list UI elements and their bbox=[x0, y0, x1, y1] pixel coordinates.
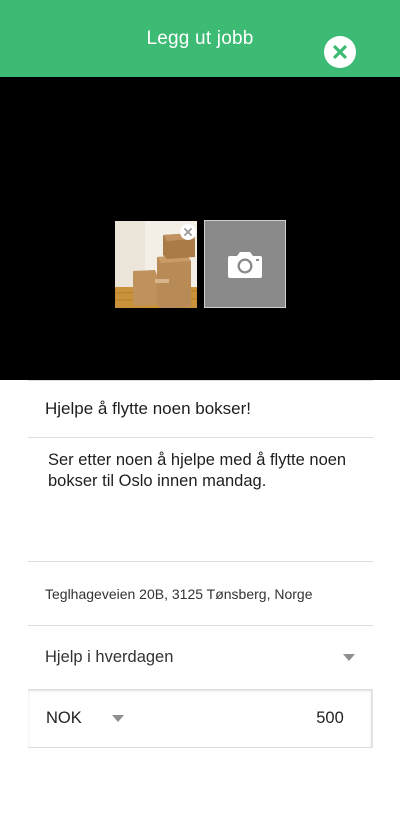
currency-select[interactable]: NOK bbox=[28, 709, 124, 728]
address-field[interactable]: Teglhageveien 20B, 3125 Tønsberg, Norge bbox=[28, 562, 373, 626]
page-title: Legg ut jobb bbox=[146, 27, 254, 49]
price-input[interactable] bbox=[123, 709, 376, 728]
add-photo-button[interactable] bbox=[204, 220, 286, 308]
category-select[interactable]: Hjelp i hverdagen bbox=[28, 626, 373, 690]
photo-area bbox=[0, 77, 400, 380]
currency-value: NOK bbox=[46, 709, 82, 727]
job-form: Hjelpe å flytte noen bokser! Ser etter n… bbox=[28, 380, 376, 748]
remove-photo-button[interactable] bbox=[180, 224, 196, 240]
close-button[interactable] bbox=[324, 36, 356, 68]
camera-icon bbox=[228, 252, 262, 278]
chevron-down-icon bbox=[343, 654, 355, 661]
category-value: Hjelp i hverdagen bbox=[45, 648, 174, 666]
chevron-down-icon bbox=[111, 715, 124, 722]
remove-x-icon bbox=[184, 228, 192, 236]
job-description-field[interactable]: Ser etter noen å hjelpe med å flytte noe… bbox=[28, 438, 373, 562]
app-header: Legg ut jobb bbox=[0, 0, 400, 77]
close-icon bbox=[333, 45, 347, 59]
price-row: NOK bbox=[28, 690, 376, 748]
job-title-field[interactable]: Hjelpe å flytte noen bokser! bbox=[28, 380, 373, 438]
